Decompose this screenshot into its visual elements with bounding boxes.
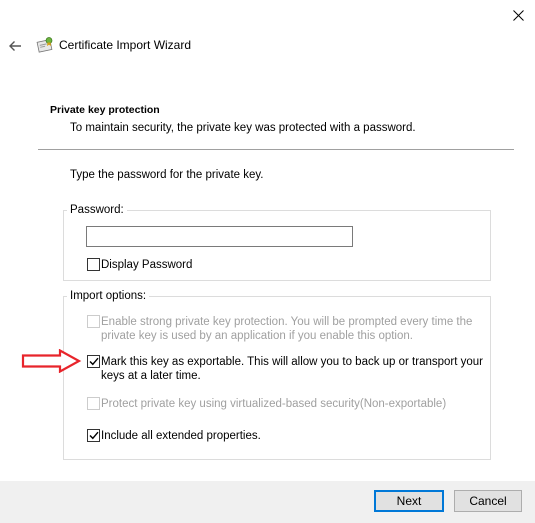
extended-properties-checkbox[interactable]	[87, 429, 100, 442]
next-button[interactable]: Next	[374, 490, 444, 512]
strong-protection-checkbox[interactable]	[87, 315, 100, 328]
password-group-label: Password:	[67, 204, 127, 216]
page-description: To maintain security, the private key wa…	[70, 122, 416, 134]
exportable-label: Mark this key as exportable. This will a…	[101, 356, 484, 382]
password-input[interactable]	[86, 226, 353, 247]
close-button[interactable]	[502, 0, 535, 30]
checkmark-icon	[89, 357, 99, 366]
back-arrow-icon	[9, 41, 21, 51]
exportable-checkbox[interactable]	[87, 355, 100, 368]
display-password-checkbox[interactable]	[87, 258, 100, 271]
checkmark-icon	[89, 431, 99, 440]
header-divider	[38, 149, 514, 150]
page-heading: Private key protection	[50, 104, 160, 116]
virtualized-security-label: Protect private key using virtualized-ba…	[101, 398, 447, 410]
virtualized-security-checkbox[interactable]	[87, 397, 100, 410]
import-options-label: Import options:	[67, 290, 150, 302]
instruction-text: Type the password for the private key.	[70, 169, 264, 181]
window-title: Certificate Import Wizard	[59, 38, 192, 52]
footer-bar: Next Cancel	[0, 481, 535, 523]
display-password-label: Display Password	[101, 259, 193, 271]
certificate-icon	[36, 37, 53, 53]
close-icon	[513, 9, 524, 21]
extended-properties-label: Include all extended properties.	[101, 430, 261, 442]
cancel-button[interactable]: Cancel	[454, 490, 522, 512]
strong-protection-label: Enable strong private key protection. Yo…	[101, 316, 473, 342]
back-button[interactable]	[4, 35, 26, 57]
red-arrow-annotation	[21, 349, 82, 373]
